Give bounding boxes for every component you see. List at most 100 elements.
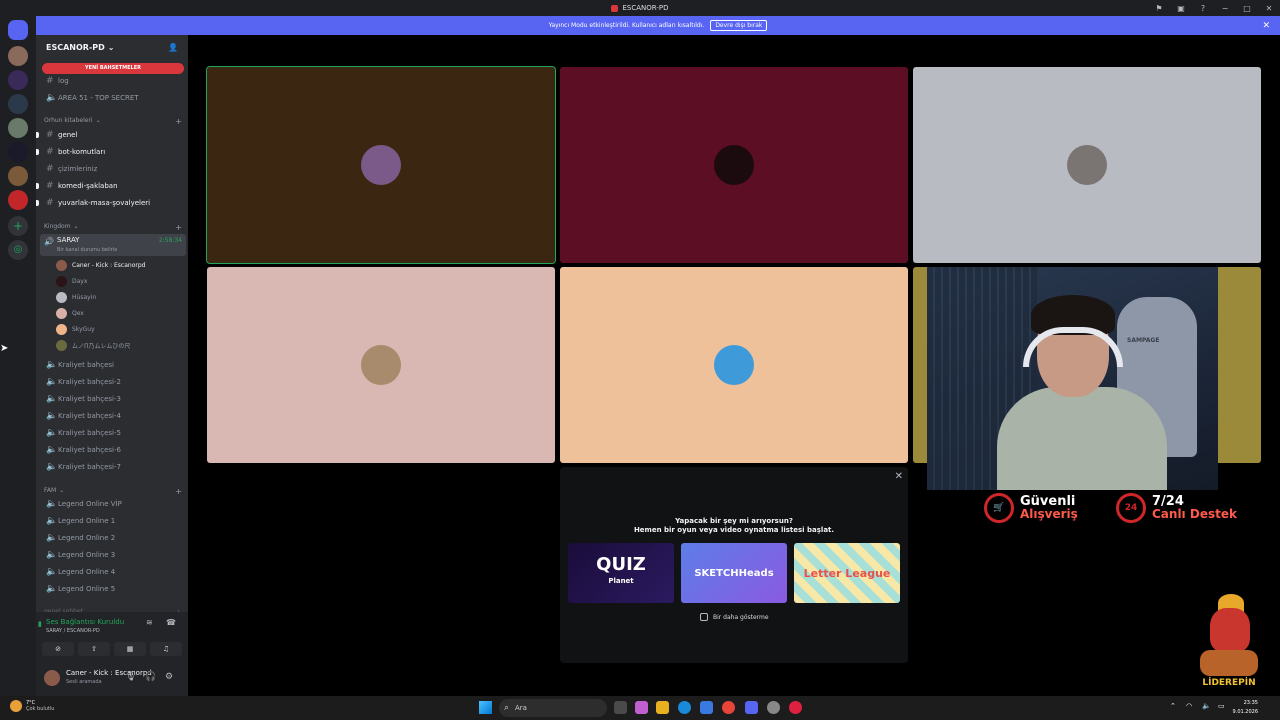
- guild-header[interactable]: ESCANOR-PD ⌄ 👤: [36, 35, 188, 59]
- store-icon[interactable]: [700, 701, 713, 714]
- active-voice-channel[interactable]: 🔊 SARAY Bir kanal durumu belirle 2:58:34: [40, 234, 186, 256]
- inbox-icon[interactable]: ⚑: [1148, 4, 1170, 13]
- category-kingdom[interactable]: Kingdom ⌄ +: [44, 223, 182, 232]
- server-icon[interactable]: [8, 142, 28, 162]
- disable-streamer-mode-button[interactable]: Devre dışı bırak: [710, 20, 768, 31]
- activities-button[interactable]: ▦: [114, 642, 146, 656]
- voice-user[interactable]: Caner - Kick : Escanorpd: [56, 258, 182, 273]
- server-icon[interactable]: [8, 166, 28, 186]
- server-icon[interactable]: [8, 70, 28, 90]
- soundboard-button[interactable]: ♫: [150, 642, 182, 656]
- add-channel-icon[interactable]: +: [175, 487, 182, 496]
- close-icon[interactable]: ✕: [1262, 21, 1270, 31]
- voice-channel[interactable]: 🔈 Kraliyet bahçesi-4: [42, 408, 184, 424]
- voice-channel[interactable]: 🔈 Kraliyet bahçesi-7: [42, 459, 184, 475]
- taskbar-search[interactable]: Ara: [499, 699, 607, 717]
- help-icon[interactable]: ?: [1192, 4, 1214, 13]
- participant-tile[interactable]: [913, 67, 1261, 263]
- start-button[interactable]: [479, 701, 492, 714]
- volume-icon[interactable]: 🔈: [1202, 702, 1211, 710]
- channel-komedi-saklaban[interactable]: # komedi-şaklaban: [36, 178, 184, 194]
- channel-label: AREA 51 - TOP SECRET: [58, 94, 139, 102]
- avatar[interactable]: [44, 670, 60, 686]
- battery-icon[interactable]: ▭: [1218, 702, 1225, 710]
- invite-icon[interactable]: 👤: [168, 43, 178, 52]
- camera-off-button[interactable]: ⊘: [42, 642, 74, 656]
- voice-status[interactable]: Ses Bağlantısı Kuruldu: [46, 618, 124, 626]
- game-title: SKETCHHeads: [694, 567, 774, 579]
- voice-channel[interactable]: 🔈 Legend Online 4: [42, 564, 184, 580]
- disconnect-icon[interactable]: ☎: [166, 618, 176, 627]
- close-window-button[interactable]: ✕: [1258, 4, 1280, 13]
- monitor-icon[interactable]: ▣: [1170, 4, 1192, 13]
- voice-channel[interactable]: 🔈 Legend Online 3: [42, 547, 184, 563]
- noise-suppression-icon[interactable]: ≋: [146, 618, 153, 627]
- channel-genel[interactable]: # genel: [36, 127, 184, 143]
- settings-gear-icon[interactable]: ⚙: [165, 672, 173, 682]
- voice-location[interactable]: SARAY / ESCANOR-PD: [46, 628, 100, 634]
- screen-share-button[interactable]: ⇧: [78, 642, 110, 656]
- opera-icon[interactable]: [789, 701, 802, 714]
- chrome-icon[interactable]: [722, 701, 735, 714]
- wifi-icon[interactable]: ◠: [1186, 702, 1192, 710]
- channel-log[interactable]: # log: [42, 73, 184, 89]
- channel-bot-komutlari[interactable]: # bot-komutları: [36, 144, 184, 160]
- voice-channel[interactable]: 🔈 Kraliyet bahçesi-2: [42, 374, 184, 390]
- minimize-button[interactable]: −: [1214, 4, 1236, 13]
- voice-channel[interactable]: 🔈 Legend Online 1: [42, 513, 184, 529]
- category-fam[interactable]: FAM ⌄ +: [44, 487, 182, 496]
- voice-user[interactable]: Dayx: [56, 274, 182, 289]
- hash-icon: #: [46, 130, 54, 140]
- server-icon[interactable]: [8, 118, 28, 138]
- add-channel-icon[interactable]: +: [175, 223, 182, 232]
- user-name[interactable]: Caner - Kick : Escanorpd: [66, 669, 152, 677]
- voice-channel[interactable]: 🔈 Kraliyet bahçesi-6: [42, 442, 184, 458]
- tray-chevron-icon[interactable]: ⌃: [1170, 702, 1176, 710]
- voice-channel[interactable]: 🔈 Kraliyet bahçesi: [42, 357, 184, 373]
- game-quiz-planet[interactable]: QUIZ Planet: [568, 543, 674, 603]
- add-channel-icon[interactable]: +: [175, 117, 182, 126]
- discover-icon[interactable]: ◎: [8, 240, 28, 260]
- voice-user-name: Qex: [72, 310, 84, 317]
- headphones-icon[interactable]: 🎧: [145, 672, 156, 682]
- add-server-icon[interactable]: +: [8, 216, 28, 236]
- steam-icon[interactable]: [767, 701, 780, 714]
- dont-show-again-checkbox[interactable]: Bir daha gösterme: [700, 613, 769, 621]
- channel-cizimleriniz[interactable]: # çizimleriniz: [42, 161, 184, 177]
- server-icon-active[interactable]: [8, 190, 28, 210]
- mic-icon[interactable]: 🎙: [125, 672, 136, 682]
- voice-user[interactable]: ムノΠ乃ムレムひの尺: [56, 338, 182, 353]
- copilot-icon[interactable]: [635, 701, 648, 714]
- channel-yuvarlak-masa[interactable]: # yuvarlak-masa-şovalyeleri: [36, 195, 184, 211]
- channel-area51[interactable]: 🔈 AREA 51 - TOP SECRET: [42, 90, 184, 106]
- close-icon[interactable]: ✕: [895, 471, 903, 482]
- discord-icon[interactable]: [745, 701, 758, 714]
- category-orhun[interactable]: Orhun kitabeleri ⌄ +: [44, 117, 182, 126]
- file-explorer-icon[interactable]: [656, 701, 669, 714]
- clock[interactable]: 23:35 9.01.2026: [1233, 699, 1258, 717]
- channel-status-hint[interactable]: Bir kanal durumu belirle: [57, 247, 117, 253]
- participant-tile[interactable]: [560, 67, 908, 263]
- voice-channel[interactable]: 🔈 Kraliyet bahçesi-5: [42, 425, 184, 441]
- server-icon[interactable]: [8, 94, 28, 114]
- participant-tile[interactable]: [206, 66, 556, 264]
- voice-user[interactable]: SkyGuy: [56, 322, 182, 337]
- participant-tile[interactable]: [207, 267, 555, 463]
- voice-channel[interactable]: 🔈 Legend Online VİP: [42, 496, 184, 512]
- voice-channel[interactable]: 🔈 Legend Online 2: [42, 530, 184, 546]
- server-icon[interactable]: [8, 46, 28, 66]
- voice-user[interactable]: Hüsayin: [56, 290, 182, 305]
- game-sketchheads[interactable]: SKETCHHeads: [681, 543, 787, 603]
- voice-channel[interactable]: 🔈 Legend Online 5: [42, 581, 184, 597]
- voice-user[interactable]: Qex: [56, 306, 182, 321]
- task-view-icon[interactable]: [614, 701, 627, 714]
- signal-icon[interactable]: ▮: [38, 620, 42, 628]
- participant-tile[interactable]: [560, 267, 908, 463]
- weather-widget[interactable]: 7°C Çok bulutlu: [10, 700, 54, 712]
- checkbox-icon[interactable]: [700, 613, 708, 621]
- game-letter-league[interactable]: Letter League: [794, 543, 900, 603]
- maximize-button[interactable]: □: [1236, 4, 1258, 13]
- home-button[interactable]: [8, 20, 28, 40]
- voice-channel[interactable]: 🔈 Kraliyet bahçesi-3: [42, 391, 184, 407]
- edge-icon[interactable]: [678, 701, 691, 714]
